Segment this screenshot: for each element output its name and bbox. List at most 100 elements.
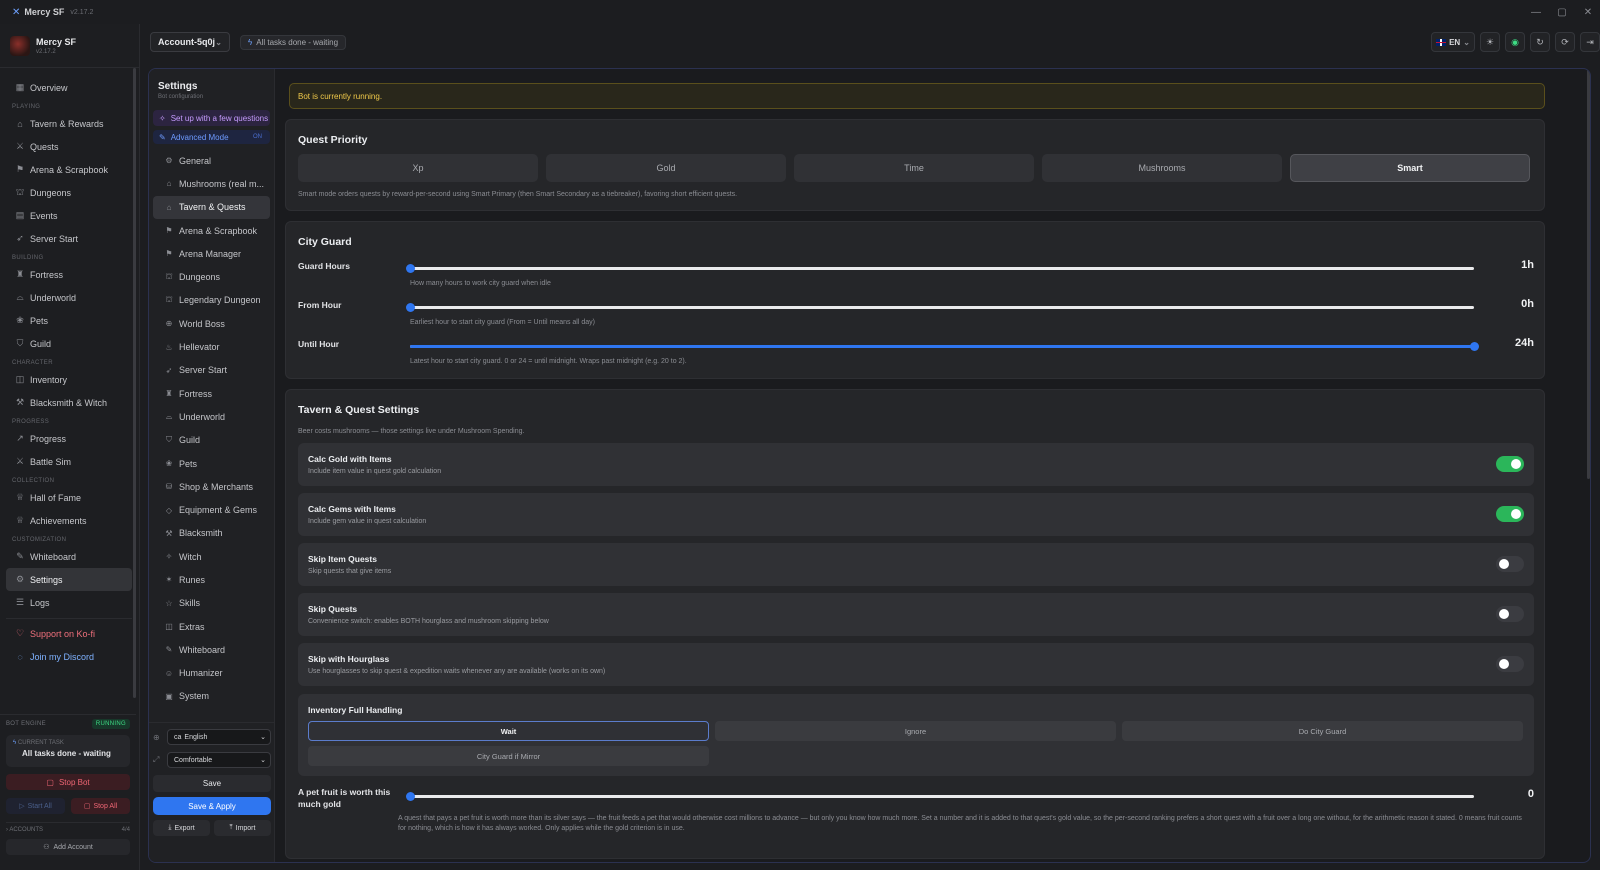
account-selector[interactable]: Account-5q0j ⌄	[150, 32, 230, 52]
window-title: Mercy SF	[24, 7, 65, 17]
sidebar-item-progress[interactable]: ↗ Progress	[6, 427, 132, 450]
inventory-option-wait[interactable]: Wait	[308, 721, 709, 741]
settings-nav-pets[interactable]: ❀ Pets	[153, 452, 270, 475]
logout-button[interactable]: ⇥	[1580, 32, 1600, 52]
sidebar-item-join-my-discord[interactable]: ◌ Join my Discord	[6, 645, 132, 668]
settings-nav-legendary-dungeon[interactable]: ⛫ Legendary Dungeon	[153, 289, 270, 312]
settings-nav-equipment-gems[interactable]: ◇ Equipment & Gems	[153, 498, 270, 521]
start-all-button[interactable]: ▷ Start All	[6, 798, 65, 814]
settings-nav-humanizer[interactable]: ☺ Humanizer	[153, 662, 270, 685]
sidebar-item-logs[interactable]: ☰ Logs	[6, 591, 132, 614]
slider-track[interactable]	[410, 342, 1479, 351]
visibility-toggle-button[interactable]: ◉	[1505, 32, 1525, 52]
brand-version: v2.17.2	[36, 48, 56, 55]
toggle-switch[interactable]	[1496, 656, 1524, 672]
sidebar-item-tavern-rewards[interactable]: ⌂ Tavern & Rewards	[6, 112, 132, 135]
priority-option-xp[interactable]: Xp	[298, 154, 538, 182]
sidebar-item-overview[interactable]: ▦ Overview	[6, 76, 132, 99]
slider-thumb[interactable]	[406, 792, 415, 801]
density-select[interactable]: Comfortable ⌄	[167, 752, 271, 768]
slider-track[interactable]	[406, 303, 1474, 312]
toggle-switch[interactable]	[1496, 556, 1524, 572]
theme-toggle-button[interactable]: ☀	[1480, 32, 1500, 52]
toggle-switch[interactable]	[1496, 456, 1524, 472]
accounts-header[interactable]: › ACCOUNTS 4/4	[6, 822, 130, 833]
stop-bot-button[interactable]: ▢ Stop Bot	[6, 774, 130, 790]
sidebar-item-blacksmith-witch[interactable]: ⚒ Blacksmith & Witch	[6, 391, 132, 414]
box-icon: ◫	[15, 374, 25, 384]
settings-nav-skills[interactable]: ☆ Skills	[153, 592, 270, 615]
sidebar-item-achievements[interactable]: ♕ Achievements	[6, 509, 132, 532]
stop-all-button[interactable]: ▢ Stop All	[71, 798, 130, 814]
sidebar-scrollbar[interactable]	[133, 68, 136, 698]
import-button[interactable]: ⤒ Import	[214, 820, 271, 836]
settings-nav-underworld[interactable]: ⌓ Underworld	[153, 405, 270, 428]
priority-option-smart[interactable]: Smart	[1290, 154, 1530, 182]
settings-nav-world-boss[interactable]: ⊕ World Boss	[153, 312, 270, 335]
dungeon-icon: ⛫	[165, 272, 173, 282]
settings-nav-system[interactable]: ▣ System	[153, 685, 270, 708]
language-select[interactable]: ca English ⌄	[167, 729, 271, 745]
settings-nav-tavern-quests[interactable]: ⌂ Tavern & Quests	[153, 195, 270, 219]
settings-nav-whiteboard[interactable]: ✎ Whiteboard	[153, 638, 270, 661]
sidebar-item-server-start[interactable]: ➶ Server Start	[6, 227, 132, 250]
sidebar-item-quests[interactable]: ⚔ Quests	[6, 135, 132, 158]
setup-wizard-button[interactable]: ✧ Set up with a few questions	[153, 110, 270, 126]
sidebar-item-inventory[interactable]: ◫ Inventory	[6, 368, 132, 391]
settings-nav-witch[interactable]: ✧ Witch	[153, 545, 270, 568]
refresh-button[interactable]: ↻	[1530, 32, 1550, 52]
inventory-option-do-city-guard[interactable]: Do City Guard	[1122, 721, 1523, 741]
settings-nav-blacksmith[interactable]: ⚒ Blacksmith	[153, 522, 270, 545]
sidebar-item-pets[interactable]: ❀ Pets	[6, 309, 132, 332]
settings-nav-server-start[interactable]: ➶ Server Start	[153, 359, 270, 382]
inventory-option-ignore[interactable]: Ignore	[715, 721, 1116, 741]
sidebar-item-battle-sim[interactable]: ⚔ Battle Sim	[6, 450, 132, 473]
settings-nav-shop-merchants[interactable]: ⛁ Shop & Merchants	[153, 475, 270, 498]
settings-nav-fortress[interactable]: ♜ Fortress	[153, 382, 270, 405]
priority-option-mushrooms[interactable]: Mushrooms	[1042, 154, 1282, 182]
toggle-switch[interactable]	[1496, 606, 1524, 622]
toggle-switch[interactable]	[1496, 506, 1524, 522]
settings-nav-arena-manager[interactable]: ⚑ Arena Manager	[153, 242, 270, 265]
sidebar-item-hall-of-fame[interactable]: ♕ Hall of Fame	[6, 486, 132, 509]
settings-nav-general[interactable]: ⚙ General	[153, 149, 270, 172]
toggle-title: Calc Gems with Items	[308, 504, 396, 514]
priority-option-gold[interactable]: Gold	[546, 154, 786, 182]
inventory-option-city-guard-if-mirror[interactable]: City Guard if Mirror	[308, 746, 709, 766]
slider-track[interactable]	[406, 264, 1474, 273]
sidebar-section-label: CHARACTER	[12, 360, 53, 366]
sidebar-item-fortress[interactable]: ♜ Fortress	[6, 263, 132, 286]
sidebar-item-support-on-ko-fi[interactable]: ♡ Support on Ko-fi	[6, 622, 132, 645]
export-button[interactable]: ⤓ Export	[153, 820, 210, 836]
save-button[interactable]: Save	[153, 775, 271, 792]
sidebar-item-settings[interactable]: ⚙ Settings	[6, 568, 132, 591]
settings-nav-extras[interactable]: ◫ Extras	[153, 615, 270, 638]
sync-button[interactable]: ⟳	[1555, 32, 1575, 52]
settings-nav-runes[interactable]: ✶ Runes	[153, 568, 270, 591]
settings-nav-arena-scrapbook[interactable]: ⚑ Arena & Scrapbook	[153, 219, 270, 242]
settings-nav-dungeons[interactable]: ⛫ Dungeons	[153, 265, 270, 288]
save-apply-button[interactable]: Save & Apply	[153, 797, 271, 815]
advanced-mode-toggle[interactable]: ✎ Advanced Mode ON	[153, 130, 270, 144]
pet-fruit-slider[interactable]	[406, 792, 1474, 801]
add-account-button[interactable]: ⚇ Add Account	[6, 839, 130, 855]
slider-thumb[interactable]	[406, 264, 415, 273]
close-button[interactable]: ✕	[1576, 0, 1600, 24]
shop-icon: ⛁	[165, 482, 173, 492]
slider-thumb[interactable]	[406, 303, 415, 312]
minimize-button[interactable]: —	[1524, 0, 1548, 24]
settings-nav-guild[interactable]: ⛉ Guild	[153, 429, 270, 452]
language-selector[interactable]: EN ⌄	[1431, 32, 1475, 52]
sidebar-item-arena-scrapbook[interactable]: ⚑ Arena & Scrapbook	[6, 158, 132, 181]
content-scrollbar[interactable]	[1587, 69, 1590, 479]
priority-option-time[interactable]: Time	[794, 154, 1034, 182]
settings-nav-mushrooms-real-m[interactable]: ⌂ Mushrooms (real m...	[153, 172, 270, 195]
settings-nav-hellevator[interactable]: ♨ Hellevator	[153, 335, 270, 358]
slider-thumb[interactable]	[1470, 342, 1479, 351]
sidebar-item-guild[interactable]: ⛉ Guild	[6, 332, 132, 355]
sidebar-item-dungeons[interactable]: ⛫ Dungeons	[6, 181, 132, 204]
sidebar-item-events[interactable]: ▤ Events	[6, 204, 132, 227]
maximize-button[interactable]: ▢	[1550, 0, 1574, 24]
sidebar-item-underworld[interactable]: ⌓ Underworld	[6, 286, 132, 309]
sidebar-item-whiteboard[interactable]: ✎ Whiteboard	[6, 545, 132, 568]
